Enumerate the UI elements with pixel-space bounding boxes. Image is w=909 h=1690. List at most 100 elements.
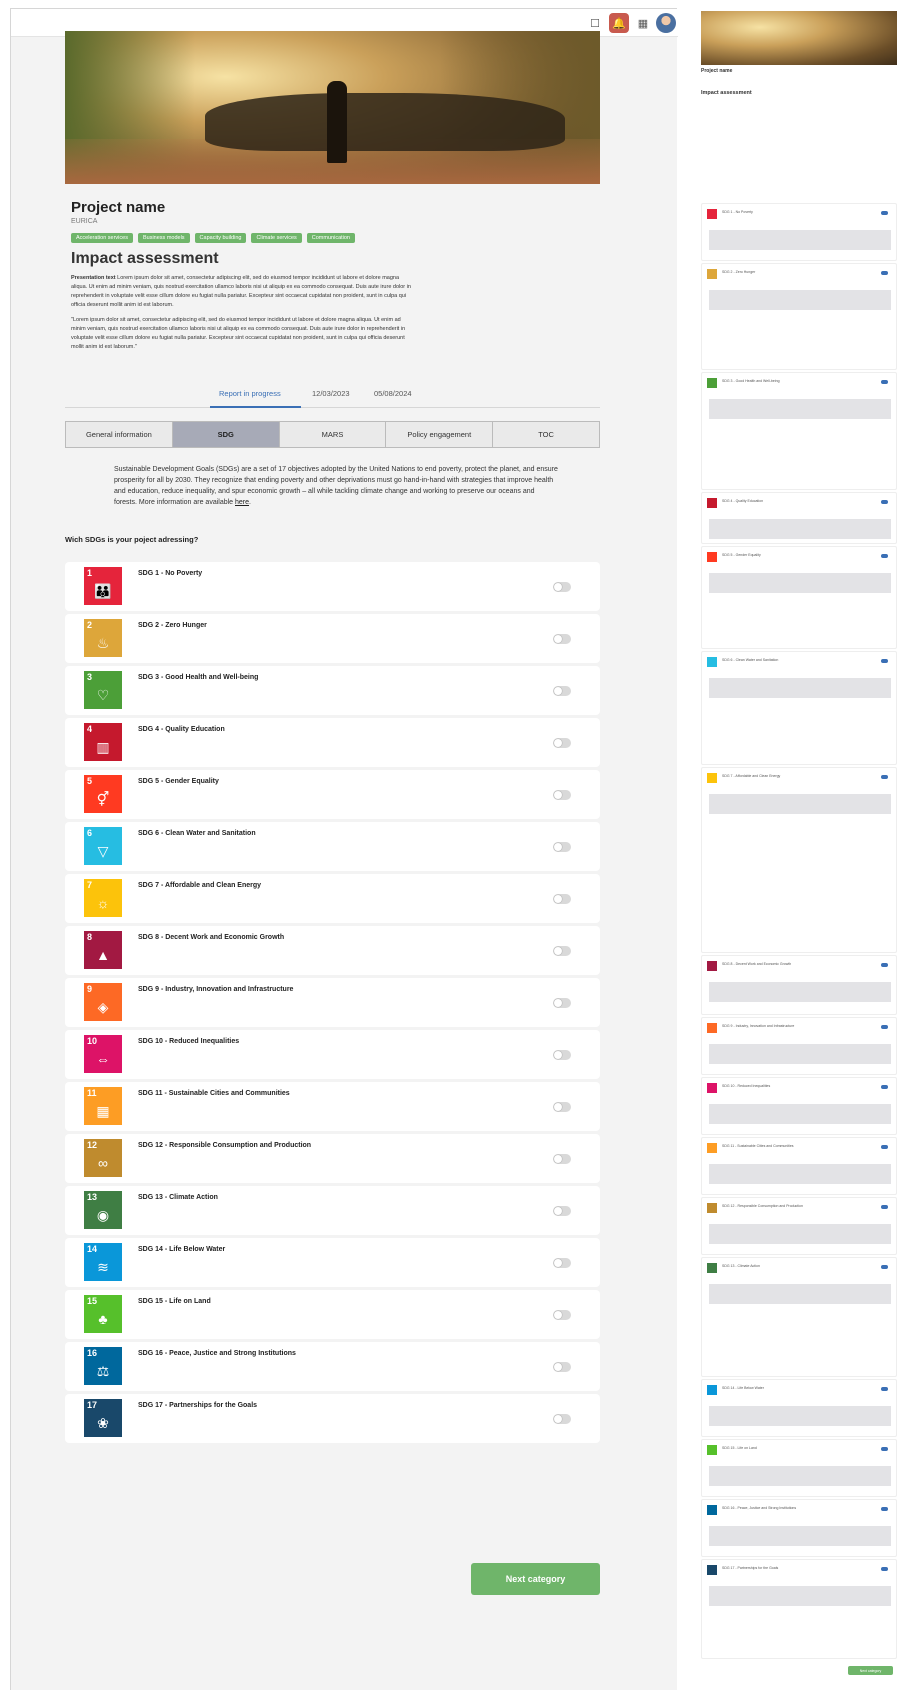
sdg-toggle[interactable] [553,894,571,904]
preview-sdg-block: SDG 16 - Peace, Justice and Strong Insti… [701,1499,897,1557]
sdg-number: 3 [87,672,93,682]
preview-answer-field[interactable] [709,1224,891,1244]
sdg-name: SDG 16 - Peace, Justice and Strong Insti… [138,1350,296,1357]
sdg-card: 12 ∞ SDG 12 - Responsible Consumption and … [65,1134,600,1183]
preview-sdg-block: SDG 17 - Partnerships for the Goals [701,1559,897,1659]
preview-sdg-toggle[interactable] [881,554,888,558]
tab-toc[interactable]: TOC [493,422,599,447]
preview-sdg-toggle[interactable] [881,1387,888,1391]
gender-icon [707,552,717,562]
preview-sdg-toggle[interactable] [881,1085,888,1089]
sdg-toggle[interactable] [553,1258,571,1268]
preview-answer-field[interactable] [709,290,891,310]
grid-icon[interactable]: ▦ [633,13,653,33]
eye-globe-icon: 13 ◉ [84,1191,122,1229]
tab-sdg[interactable]: SDG [172,422,280,447]
sdg-toggle[interactable] [553,1414,571,1424]
preview-answer-field[interactable] [709,1586,891,1606]
cubes-icon [707,1023,717,1033]
preview-answer-field[interactable] [709,399,891,419]
preview-answer-field[interactable] [709,982,891,1002]
tree-icon: 15 ♣ [84,1295,122,1333]
preview-sdg-toggle[interactable] [881,1025,888,1029]
preview-sdg-block: SDG 2 - Zero Hunger [701,263,897,370]
preview-sdg-toggle[interactable] [881,1145,888,1149]
chat-icon[interactable]: ☐ [585,13,605,33]
sdg-name: SDG 10 - Reduced Inequalities [138,1038,240,1045]
preview-sdg-toggle[interactable] [881,271,888,275]
sdg-name: SDG 4 - Quality Education [138,726,225,733]
sdg-toggle[interactable] [553,998,571,1008]
sdg-toggle[interactable] [553,1362,571,1372]
preview-sdg-name: SDG 16 - Peace, Justice and Strong Insti… [722,1506,797,1510]
sdg-toggle[interactable] [553,1206,571,1216]
tree-icon [707,1445,717,1455]
sdg-card: 11 ▦ SDG 11 - Sustainable Cities and Commu… [65,1082,600,1131]
intro-link[interactable]: here [235,499,249,506]
tab-policy-engagement[interactable]: Policy engagement [386,422,494,447]
preview-answer-field[interactable] [709,794,891,814]
preview-sdg-toggle[interactable] [881,963,888,967]
preview-answer-field[interactable] [709,519,891,539]
preview-sdg-toggle[interactable] [881,1205,888,1209]
preview-answer-field[interactable] [709,678,891,698]
sdg-glyph: ♨ [96,635,110,651]
sdg-name: SDG 5 - Gender Equality [138,778,219,785]
preview-next-button[interactable]: Next category [848,1666,893,1675]
sdg-intro: Sustainable Development Goals (SDGs) are… [114,464,559,508]
sdg-toggle[interactable] [553,1050,571,1060]
bell-icon[interactable]: 🔔 [609,13,629,33]
sdg-toggle[interactable] [553,842,571,852]
sdg-card: 9 ◈ SDG 9 - Industry, Innovation and Infra… [65,978,600,1027]
sdg-toggle[interactable] [553,738,571,748]
growth-chart-icon [707,961,717,971]
preview-answer-field[interactable] [709,1164,891,1184]
eye-globe-icon [707,1263,717,1273]
sdg-card: 6 ▽ SDG 6 - Clean Water and Sanitation [65,822,600,871]
preview-answer-field[interactable] [709,1284,891,1304]
preview-sdg-toggle[interactable] [881,775,888,779]
preview-answer-field[interactable] [709,573,891,593]
sdg-toggle[interactable] [553,946,571,956]
city-icon: 11 ▦ [84,1087,122,1125]
sdg-name: SDG 6 - Clean Water and Sanitation [138,830,256,837]
sdg-toggle[interactable] [553,1310,571,1320]
sdg-number: 2 [87,620,93,630]
preview-sdg-block: SDG 5 - Gender Equality [701,546,897,649]
water-icon: 6 ▽ [84,827,122,865]
preview-sdg-toggle[interactable] [881,1567,888,1571]
preview-sdg-toggle[interactable] [881,380,888,384]
sdg-glyph: ▦ [96,1103,110,1119]
sdg-glyph: ▥ [96,739,110,755]
gender-icon: 5 ⚥ [84,775,122,813]
preview-sdg-toggle[interactable] [881,1447,888,1451]
sdg-toggle[interactable] [553,1102,571,1112]
preview-sdg-block: SDG 11 - Sustainable Cities and Communit… [701,1137,897,1195]
infinity-icon [707,1203,717,1213]
sdg-toggle[interactable] [553,686,571,696]
preview-answer-field[interactable] [709,230,891,250]
preview-answer-field[interactable] [709,1526,891,1546]
tab-mars[interactable]: MARS [279,422,387,447]
preview-sdg-toggle[interactable] [881,1507,888,1511]
preview-sdg-toggle[interactable] [881,1265,888,1269]
sdg-toggle[interactable] [553,634,571,644]
next-category-button[interactable]: Next category [471,1563,600,1595]
preview-sdg-toggle[interactable] [881,659,888,663]
tab-general-information[interactable]: General information [66,422,173,447]
preview-answer-field[interactable] [709,1406,891,1426]
sdg-toggle[interactable] [553,790,571,800]
sdg-name: SDG 3 - Good Health and Well-being [138,674,259,681]
preview-sdg-block: SDG 7 - Affordable and Clean Energy [701,767,897,953]
preview-answer-field[interactable] [709,1466,891,1486]
preview-sdg-name: SDG 3 - Good Health and Well-being [722,379,780,383]
preview-answer-field[interactable] [709,1104,891,1124]
preview-sdg-toggle[interactable] [881,211,888,215]
sdg-toggle[interactable] [553,582,571,592]
report-status[interactable]: Report in progress [219,389,281,398]
sdg-toggle[interactable] [553,1154,571,1164]
preview-answer-field[interactable] [709,1044,891,1064]
project-tag: Communication [306,233,355,243]
avatar[interactable] [656,13,676,33]
preview-sdg-toggle[interactable] [881,500,888,504]
